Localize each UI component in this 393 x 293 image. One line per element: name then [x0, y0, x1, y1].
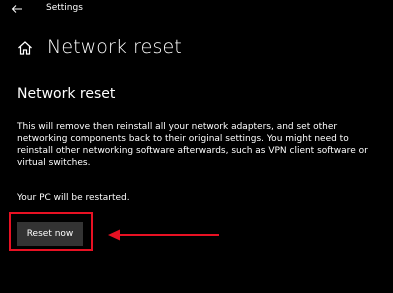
reset-now-button[interactable]: Reset now	[17, 222, 83, 246]
back-arrow-icon[interactable]	[10, 2, 24, 16]
home-icon	[18, 41, 32, 55]
section-heading: Network reset	[17, 86, 116, 102]
restart-note: Your PC will be restarted.	[17, 193, 130, 203]
app-title: Settings	[46, 3, 83, 13]
page-title: Network reset	[47, 36, 182, 58]
description-text: This will remove then reinstall all your…	[17, 122, 368, 168]
title-bar: Settings	[0, 0, 393, 20]
annotation-arrow-icon	[108, 229, 219, 241]
